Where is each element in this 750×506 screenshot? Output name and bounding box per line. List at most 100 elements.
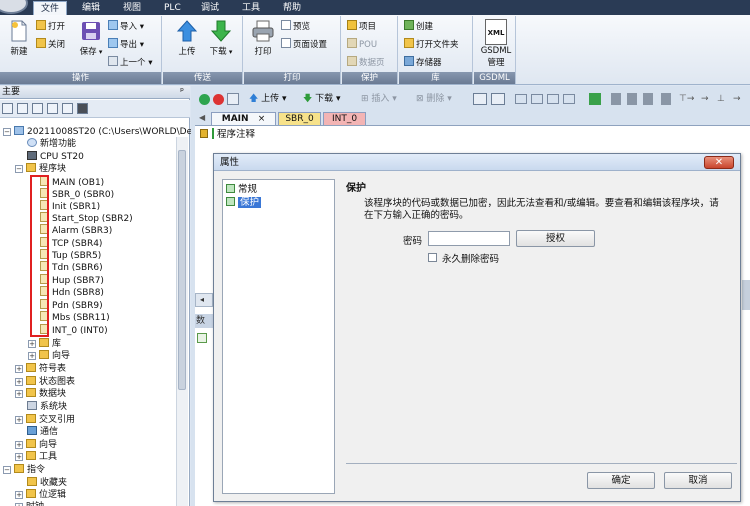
tab-left-arrow-icon[interactable]: ◀ [199, 113, 205, 122]
tree-item-instructions[interactable]: − 指令 [3, 464, 45, 476]
lock-icon[interactable] [611, 93, 621, 105]
previous-button[interactable]: 上一个 ▾ [108, 56, 152, 70]
toolbar-icon[interactable] [589, 93, 601, 105]
protect-data-page-button[interactable]: 数据页 [347, 56, 385, 70]
network-icon[interactable]: ⊥ [717, 92, 725, 107]
lock-icon[interactable] [643, 93, 653, 105]
tree-pou-item[interactable]: Pdn (SBR9) [40, 299, 103, 311]
tree-item-new-feature[interactable]: 新增功能 [27, 138, 76, 150]
tree-pou-item[interactable]: Alarm (SBR3) [40, 224, 112, 236]
menu-edit[interactable]: 编辑 [75, 1, 107, 15]
expand-icon[interactable]: + [15, 453, 23, 461]
tab-main[interactable]: MAIN × [211, 112, 276, 125]
page-setup-button[interactable]: 页面设置 [281, 38, 327, 52]
toolbar-icon[interactable] [491, 93, 505, 105]
tree-pou-item[interactable]: Mbs (SBR11) [40, 311, 110, 323]
network-icon[interactable]: → [733, 92, 741, 107]
collapse-icon[interactable]: − [3, 466, 11, 474]
expand-icon[interactable]: + [15, 378, 23, 386]
tab-sbr0[interactable]: SBR_0 [278, 112, 321, 125]
dialog-close-button[interactable]: ✕ [704, 156, 734, 169]
tree-pou-item[interactable]: Hup (SBR7) [40, 274, 104, 286]
permanent-delete-checkbox[interactable] [428, 253, 437, 262]
memory-button[interactable]: 存储器 [404, 56, 442, 70]
toolbar-icon[interactable] [563, 94, 575, 104]
run-icon[interactable] [199, 94, 210, 105]
tree-pou-item[interactable]: SBR_0 (SBR0) [40, 188, 114, 200]
tree-item-system-block[interactable]: 系统块 [27, 401, 67, 413]
tree-item-wizard[interactable]: + 向导 [15, 439, 57, 451]
tree-pou-item[interactable]: MAIN (OB1) [40, 176, 104, 188]
network-icon[interactable]: ⊤→ [679, 92, 694, 107]
toolbar-download-button[interactable]: 🡇 下载 ▾ [303, 92, 341, 107]
menu-debug[interactable]: 调试 [194, 1, 226, 15]
create-library-button[interactable]: 创建 [404, 20, 433, 34]
tree-item-status-chart[interactable]: + 状态图表 [15, 376, 75, 388]
data-pane-tab[interactable]: 数据 [195, 314, 213, 328]
pin-icon[interactable]: ᵖ [180, 86, 184, 99]
tree-pou-item[interactable]: Start_Stop (SBR2) [40, 212, 133, 224]
tree-item-cpu[interactable]: CPU ST20 [27, 151, 84, 163]
tree-item-clock[interactable]: +时钟 [15, 501, 44, 506]
stop-icon[interactable] [213, 94, 224, 105]
open-folder-button[interactable]: 打开文件夹 [404, 38, 459, 52]
menu-file[interactable]: 文件 [33, 1, 68, 15]
cancel-button[interactable]: 取消 [664, 472, 732, 489]
menu-help[interactable]: 帮助 [276, 1, 308, 15]
authorize-button[interactable]: 授权 [516, 230, 595, 247]
import-button[interactable]: 导入 ▾ [108, 20, 144, 34]
save-button[interactable]: 保存 ▾ [75, 19, 107, 57]
tree-pou-item[interactable]: Hdn (SBR8) [40, 286, 104, 298]
expand-icon[interactable]: + [15, 365, 23, 373]
expand-icon[interactable]: + [15, 416, 23, 424]
menu-tools[interactable]: 工具 [235, 1, 267, 15]
menu-plc[interactable]: PLC [157, 1, 188, 15]
tree-pou-item[interactable]: Tdn (SBR6) [40, 261, 103, 273]
expand-icon[interactable]: + [15, 441, 23, 449]
collapse-icon[interactable]: − [3, 128, 11, 136]
expand-icon[interactable]: + [15, 390, 23, 398]
expand-icon[interactable]: + [28, 340, 36, 348]
scroll-left-button[interactable]: ◂ [195, 293, 213, 307]
download-button[interactable]: 下载 ▾ [205, 19, 237, 57]
close-button[interactable]: 关闭 [36, 38, 65, 52]
password-input[interactable] [428, 231, 510, 246]
tree-item-favorites[interactable]: 收藏夹 [27, 477, 67, 489]
tree-item-cross-reference[interactable]: + 交叉引用 [15, 414, 75, 426]
lock-icon[interactable] [627, 93, 637, 105]
nav-protection[interactable]: 保护 [226, 196, 262, 209]
print-button[interactable]: 打印 [247, 19, 279, 57]
tree-item-wizard-sub[interactable]: + 向导 [28, 350, 70, 362]
view-icon[interactable] [17, 103, 28, 114]
app-logo-button[interactable] [0, 0, 28, 14]
toolbar-upload-button[interactable]: 🡅 上传 ▾ [249, 92, 287, 107]
data-check-icon[interactable] [197, 333, 207, 343]
toolbar-delete-button[interactable]: ⊠ 删除 ▾ [416, 92, 452, 107]
view-icon[interactable] [47, 103, 58, 114]
tab-close-icon[interactable]: × [258, 114, 266, 124]
menu-view[interactable]: 视图 [116, 1, 148, 15]
tab-int0[interactable]: INT_0 [323, 112, 366, 125]
new-button[interactable]: 新建 [3, 19, 35, 57]
toolbar-icon[interactable] [473, 93, 487, 105]
upload-button[interactable]: 上传 [171, 19, 203, 57]
tree-item-data-block[interactable]: + 数据块 [15, 388, 66, 400]
view-icon[interactable] [62, 103, 73, 114]
toolbar-icon[interactable] [515, 94, 527, 104]
tree-item-tools[interactable]: + 工具 [15, 451, 57, 463]
collapse-icon[interactable]: − [15, 165, 23, 173]
open-button[interactable]: 打开 [36, 20, 65, 34]
nav-general[interactable]: 常规 [226, 183, 257, 196]
tree-item-bit-logic[interactable]: + 位逻辑 [15, 489, 66, 501]
preview-button[interactable]: 预览 [281, 20, 310, 34]
compile-icon[interactable] [227, 93, 239, 105]
tree-item-communication[interactable]: 通信 [27, 426, 58, 438]
gsdml-manage-button[interactable]: XML GSDML 管理 [478, 19, 514, 68]
tree-item-program-block[interactable]: − 程序块 [15, 163, 66, 175]
tree-pou-item[interactable]: Tup (SBR5) [40, 249, 101, 261]
toolbar-icon[interactable] [531, 94, 543, 104]
export-button[interactable]: 导出 ▾ [108, 38, 144, 52]
view-icon[interactable] [32, 103, 43, 114]
expand-icon[interactable]: + [15, 491, 23, 499]
tree-pou-item[interactable]: TCP (SBR4) [40, 237, 102, 249]
